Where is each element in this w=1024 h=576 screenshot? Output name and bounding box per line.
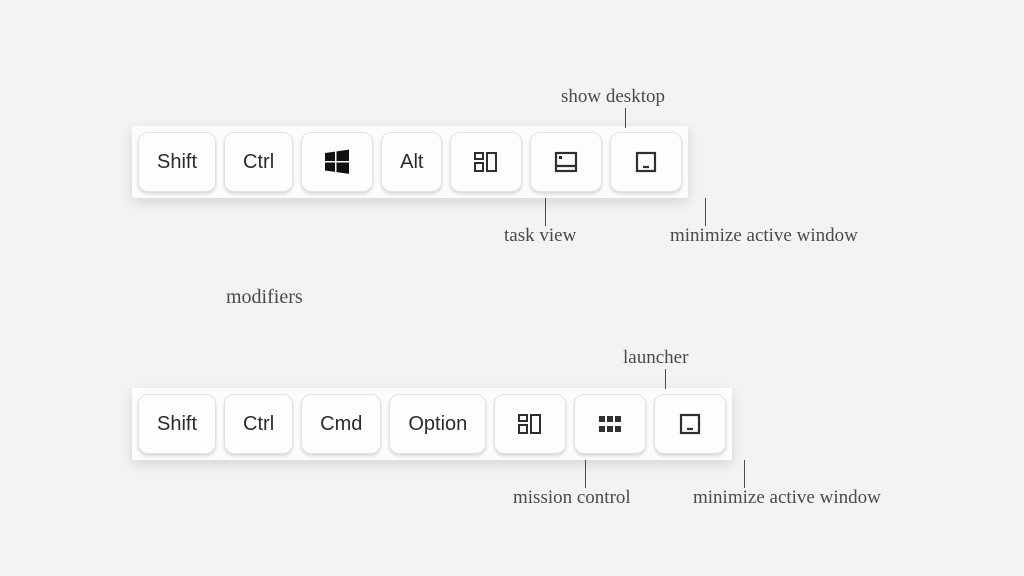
launcher-key[interactable] (574, 394, 646, 454)
mission-control-key[interactable] (494, 394, 566, 454)
task-view-key[interactable] (450, 132, 522, 192)
connector (744, 460, 745, 488)
shift-key[interactable]: Shift (138, 394, 216, 454)
key-label: Shift (157, 413, 197, 436)
option-key[interactable]: Option (389, 394, 486, 454)
annotation-show-desktop: show desktop (561, 86, 665, 108)
launcher-icon (596, 410, 624, 438)
ctrl-key[interactable]: Ctrl (224, 394, 293, 454)
key-label: Shift (157, 151, 197, 174)
connector (625, 108, 626, 128)
cmd-key[interactable]: Cmd (301, 394, 381, 454)
key-label: Cmd (320, 413, 362, 436)
minimize-window-key[interactable] (654, 394, 726, 454)
annotation-launcher: launcher (623, 347, 688, 369)
connector (585, 460, 586, 488)
key-label: Ctrl (243, 151, 274, 174)
mission-control-icon (516, 410, 544, 438)
windows-key[interactable] (301, 132, 373, 192)
annotation-minimize-2: minimize active window (693, 487, 881, 509)
toolbar-mac: Shift Ctrl Cmd Option (132, 388, 732, 460)
minimize-window-icon (676, 410, 704, 438)
toolbar-windows: Shift Ctrl Alt (132, 126, 688, 198)
annotation-mission-control: mission control (513, 487, 631, 509)
connector (665, 369, 666, 389)
key-label: Option (408, 413, 467, 436)
alt-key[interactable]: Alt (381, 132, 442, 192)
minimize-window-icon (632, 148, 660, 176)
section-label: modifiers (226, 286, 303, 309)
connector (705, 198, 706, 226)
show-desktop-icon (552, 148, 580, 176)
connector (545, 198, 546, 226)
shift-key[interactable]: Shift (138, 132, 216, 192)
ctrl-key[interactable]: Ctrl (224, 132, 293, 192)
show-desktop-key[interactable] (530, 132, 602, 192)
windows-logo-icon (324, 149, 350, 175)
annotation-task-view: task view (504, 225, 576, 247)
annotation-minimize-1: minimize active window (670, 225, 858, 247)
minimize-window-key[interactable] (610, 132, 682, 192)
key-label: Alt (400, 151, 423, 174)
key-label: Ctrl (243, 413, 274, 436)
task-view-icon (472, 148, 500, 176)
